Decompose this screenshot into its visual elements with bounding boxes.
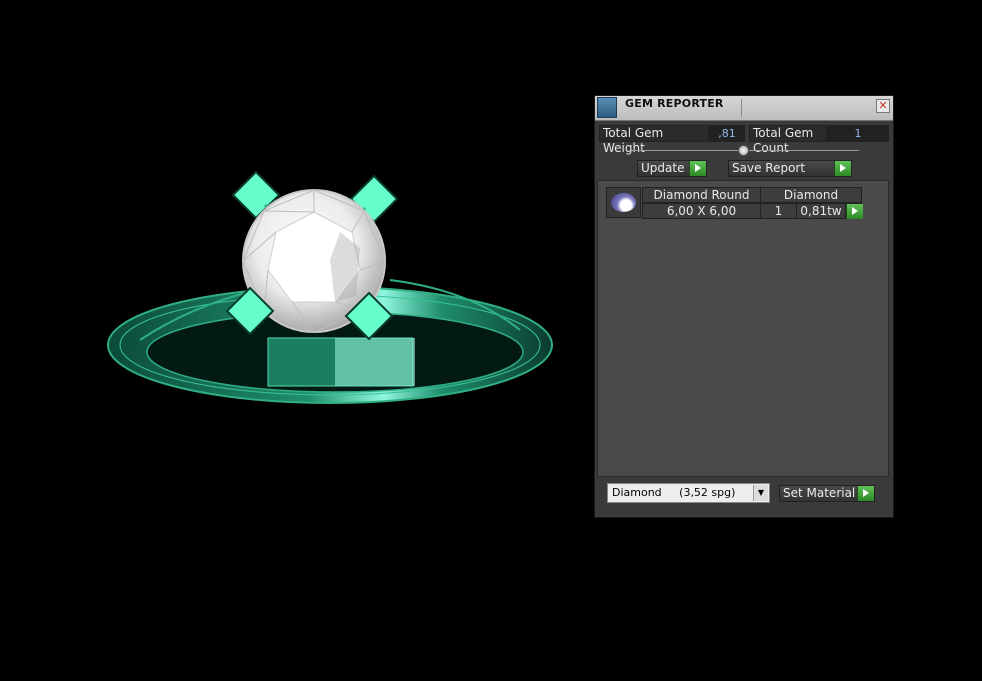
material-select[interactable]: Diamond (3,52 spg) ▼ <box>607 483 770 503</box>
gem-reporter-panel: GEM REPORTER ✕ Total Gem Weight ,81 Tota… <box>594 95 894 518</box>
set-material-button-label: Set Material <box>783 486 856 500</box>
gem-shape-cell: Diamond Round <box>642 187 761 203</box>
gem-thumbnail-icon <box>606 187 641 218</box>
gem-quantity-cell: 1 <box>760 203 797 219</box>
save-report-button[interactable]: Save Report <box>728 160 852 177</box>
total-gem-count-value: 1 <box>827 125 889 142</box>
update-button[interactable]: Update <box>637 160 707 177</box>
material-select-value: Diamond (3,52 spg) <box>612 486 736 499</box>
gem-reporter-app-icon <box>597 97 617 118</box>
title-bar[interactable]: GEM REPORTER ✕ <box>595 96 893 121</box>
panel-splitter-handle[interactable] <box>738 145 749 156</box>
gem-size-cell: 6,00 X 6,00 <box>642 203 761 219</box>
total-gem-count-label: Total Gem Count <box>749 125 827 155</box>
gem-weight-cell: 0,81tw <box>796 203 846 219</box>
save-report-button-label: Save Report <box>732 161 806 175</box>
total-gem-weight-value: ,81 <box>709 125 745 142</box>
window-title: GEM REPORTER <box>625 97 724 110</box>
set-material-button[interactable]: Set Material <box>779 485 875 502</box>
gem-list[interactable]: Diamond Round Diamond 6,00 X 6,00 1 0,81… <box>597 180 889 477</box>
play-arrow-icon <box>857 486 874 501</box>
total-gem-weight-label: Total Gem Weight <box>599 125 709 155</box>
gem-row-go-button[interactable] <box>845 203 863 219</box>
update-button-label: Update <box>641 161 685 175</box>
play-arrow-icon <box>689 161 706 176</box>
play-arrow-icon <box>846 204 863 219</box>
stats-row: Total Gem Weight ,81 Total Gem Count 1 <box>595 125 893 155</box>
gem-material-cell: Diamond <box>760 187 862 203</box>
play-arrow-icon <box>834 161 851 176</box>
chevron-down-icon[interactable]: ▼ <box>753 485 768 501</box>
close-icon[interactable]: ✕ <box>876 99 890 113</box>
title-divider <box>741 99 742 117</box>
